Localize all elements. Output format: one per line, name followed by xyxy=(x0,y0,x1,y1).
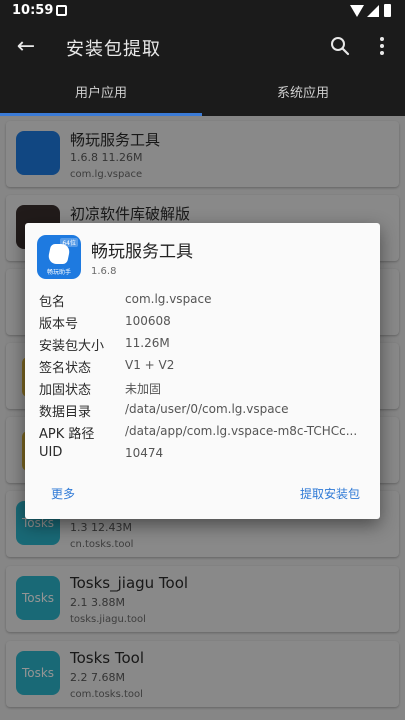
app-icon: 64位 畅玩助手 xyxy=(37,235,81,279)
info-row-version-code: 版本号 100608 xyxy=(39,313,374,335)
tab-user-apps[interactable]: 用户应用 xyxy=(0,72,202,116)
more-button[interactable]: 更多 xyxy=(47,483,79,504)
app-toolbar: ← 安装包提取 xyxy=(0,22,405,72)
battery-icon xyxy=(384,4,391,17)
signal-icon xyxy=(367,5,379,17)
info-value: V1 + V2 xyxy=(125,358,175,372)
info-row-apk-path: APK 路径 /data/app/com.lg.vspace-m8c-TCHCc… xyxy=(39,423,374,445)
more-vertical-icon[interactable] xyxy=(372,35,392,59)
info-value: /data/app/com.lg.vspace-m8c-TCHCc... xyxy=(125,424,358,438)
extract-apk-button[interactable]: 提取安装包 xyxy=(296,483,364,504)
info-row-signature: 签名状态 V1 + V2 xyxy=(39,357,374,379)
info-value: 10474 xyxy=(125,446,164,460)
dialog-app-name: 畅玩服务工具 xyxy=(91,242,193,262)
notification-icon xyxy=(56,5,67,16)
icon-caption: 畅玩助手 xyxy=(46,269,71,276)
info-label: UID xyxy=(39,445,63,460)
info-row-package: 包名 com.lg.vspace xyxy=(39,291,374,313)
info-row-hardening: 加固状态 未加固 xyxy=(39,379,374,401)
status-bar: 10:59 xyxy=(0,0,405,22)
tab-system-apps[interactable]: 系统应用 xyxy=(202,72,404,116)
arrow-left-icon[interactable]: ← xyxy=(12,33,40,61)
info-label: 包名 xyxy=(39,295,66,310)
info-value: com.lg.vspace xyxy=(125,292,212,306)
info-label: 安装包大小 xyxy=(39,339,105,354)
info-row-size: 安装包大小 11.26M xyxy=(39,335,374,357)
lightning-icon xyxy=(46,244,72,264)
page-title: 安装包提取 xyxy=(66,39,161,60)
info-row-uid: UID 10474 xyxy=(39,445,374,467)
search-icon[interactable] xyxy=(330,36,350,56)
status-time: 10:59 xyxy=(12,3,54,18)
info-label: 数据目录 xyxy=(39,405,92,420)
info-label: 加固状态 xyxy=(39,383,92,398)
app-info-dialog: 64位 畅玩助手 畅玩服务工具 1.6.8 包名 com.lg.vspace 版… xyxy=(25,223,380,519)
dialog-app-version: 1.6.8 xyxy=(91,266,117,277)
tab-bar: 用户应用 系统应用 xyxy=(0,72,405,116)
info-value: 未加固 xyxy=(125,382,162,396)
wifi-icon xyxy=(350,5,364,17)
info-value: 100608 xyxy=(125,314,171,328)
info-label: 版本号 xyxy=(39,317,79,332)
info-label: APK 路径 xyxy=(39,427,95,442)
info-label: 签名状态 xyxy=(39,361,92,376)
info-value: /data/user/0/com.lg.vspace xyxy=(125,402,289,416)
info-value: 11.26M xyxy=(125,336,170,350)
info-row-data-dir: 数据目录 /data/user/0/com.lg.vspace xyxy=(39,401,374,423)
